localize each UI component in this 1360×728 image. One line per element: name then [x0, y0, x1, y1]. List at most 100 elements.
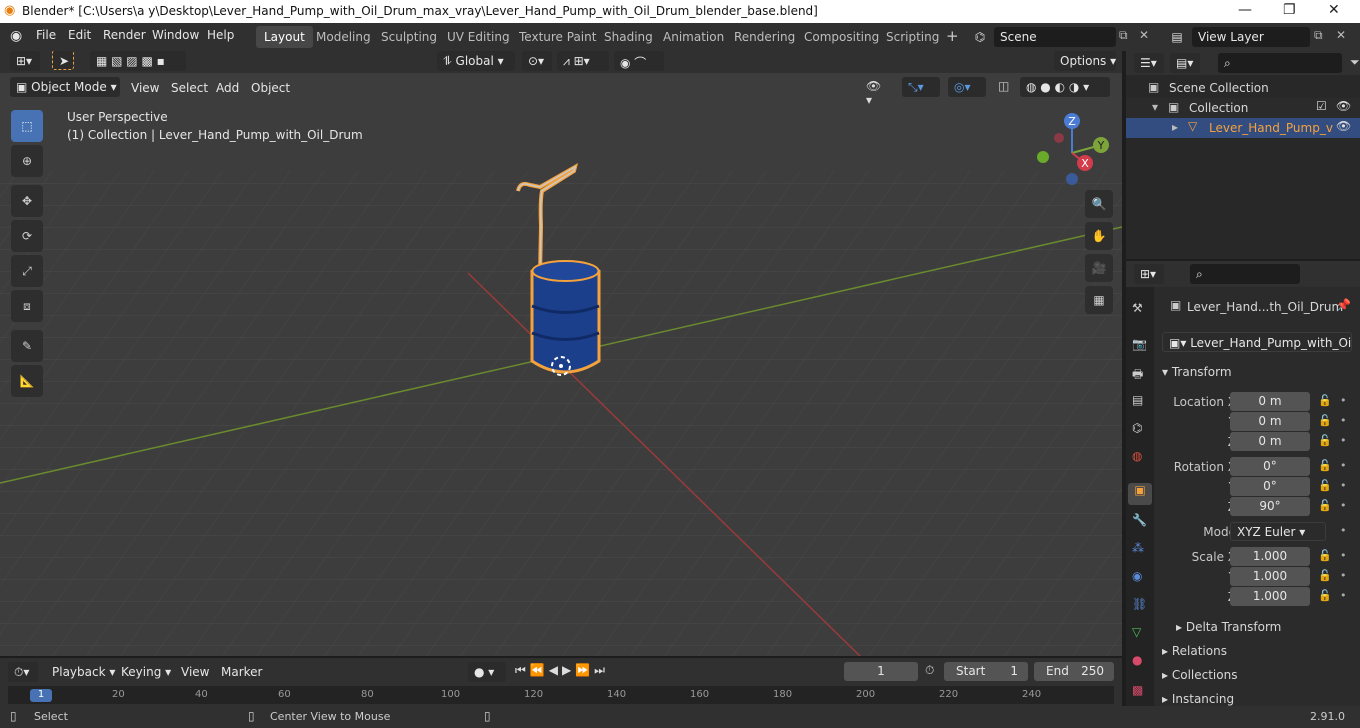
delete-scene-icon[interactable]: ✕: [1139, 28, 1149, 42]
transform-tool-button[interactable]: ⧈: [11, 290, 43, 322]
close-button[interactable]: ✕: [1328, 2, 1340, 18]
pin-icon[interactable]: 📌: [1336, 298, 1351, 312]
pivot-point-icon[interactable]: ⊙▾: [522, 51, 552, 71]
mode-dropdown[interactable]: ▣ Object Mode ▾: [10, 77, 120, 97]
tab-modeling[interactable]: Modeling: [308, 26, 379, 48]
outliner-row-collection[interactable]: ▾ ▣ Collection ☑ 👁: [1126, 98, 1360, 118]
properties-search-input[interactable]: ⌕: [1190, 264, 1300, 284]
keyframe-dot-icon[interactable]: •: [1340, 589, 1347, 602]
menu-edit[interactable]: Edit: [68, 28, 91, 42]
overlay-toggle-icon[interactable]: ◎▾: [948, 77, 986, 97]
cursor-tool-button[interactable]: ⊕: [11, 145, 43, 177]
playback-controls[interactable]: ⏮⏪◀▶⏩⏭: [515, 663, 609, 678]
menu-window[interactable]: Window: [152, 28, 199, 42]
minimize-button[interactable]: —: [1238, 2, 1252, 18]
rotation-z-field[interactable]: 90°: [1230, 497, 1310, 516]
menu-object[interactable]: Object: [251, 81, 290, 95]
shading-mode-buttons[interactable]: ◍ ● ◐ ◑ ▾: [1020, 77, 1110, 97]
delete-view-layer-icon[interactable]: ✕: [1336, 28, 1346, 42]
particles-tab-icon[interactable]: ⁂: [1132, 541, 1144, 555]
maximize-button[interactable]: ❐: [1283, 2, 1296, 18]
rotation-x-field[interactable]: 0°: [1230, 457, 1310, 476]
texture-tab-icon[interactable]: ▩: [1132, 683, 1143, 697]
scale-x-field[interactable]: 1.000: [1230, 547, 1310, 566]
scene-icon[interactable]: ⌬: [968, 27, 992, 47]
tab-uv-editing[interactable]: UV Editing: [439, 26, 518, 48]
output-tab-icon[interactable]: 🖶: [1132, 365, 1143, 386]
material-tab-icon[interactable]: ●: [1132, 653, 1142, 667]
camera-view-button[interactable]: 🎥: [1085, 254, 1113, 282]
scene-tab-icon[interactable]: ⌬: [1132, 421, 1142, 435]
blender-menu-icon[interactable]: ◉: [10, 28, 22, 44]
scene-name-field[interactable]: Scene: [994, 27, 1116, 47]
tab-animation[interactable]: Animation: [655, 26, 732, 48]
tab-shading[interactable]: Shading: [596, 26, 661, 48]
display-mode-dropdown[interactable]: ▤▾: [1170, 53, 1200, 73]
menu-help[interactable]: Help: [207, 28, 234, 42]
playhead[interactable]: 1: [30, 689, 52, 702]
lock-icon[interactable]: 🔓: [1318, 549, 1332, 562]
menu-render[interactable]: Render: [103, 28, 146, 42]
scale-z-field[interactable]: 1.000: [1230, 587, 1310, 606]
object-tab-icon[interactable]: ▣: [1128, 483, 1152, 505]
physics-tab-icon[interactable]: ◉: [1132, 569, 1142, 583]
start-frame-field[interactable]: Start 1: [944, 662, 1028, 681]
add-workspace-icon[interactable]: +: [946, 27, 959, 45]
select-box-tool-icon[interactable]: ➤: [52, 51, 74, 70]
3d-viewport[interactable]: ▣ Object Mode ▾ View Select Add Object ⊞…: [0, 51, 1122, 656]
menu-select[interactable]: Select: [171, 81, 208, 95]
menu-view[interactable]: View: [131, 81, 159, 95]
world-tab-icon[interactable]: ◍: [1132, 449, 1142, 463]
timeline-keying-menu[interactable]: Keying ▾: [121, 665, 171, 679]
ortho-toggle-button[interactable]: ▦: [1085, 286, 1113, 314]
rotation-y-field[interactable]: 0°: [1230, 477, 1310, 496]
rotate-tool-button[interactable]: ⟳: [11, 220, 43, 252]
auto-keying-icon[interactable]: ● ▾: [468, 662, 506, 682]
keyframe-dot-icon[interactable]: •: [1340, 499, 1347, 512]
modifier-tab-icon[interactable]: 🔧: [1132, 513, 1147, 527]
xray-toggle-icon[interactable]: ◫: [998, 79, 1009, 93]
location-y-field[interactable]: 0 m: [1230, 412, 1310, 431]
move-tool-button[interactable]: ✥: [11, 185, 43, 217]
tab-texture-paint[interactable]: Texture Paint: [511, 26, 604, 48]
view-layer-tab-icon[interactable]: ▤: [1132, 393, 1143, 407]
new-view-layer-icon[interactable]: ⧉: [1314, 28, 1323, 43]
transform-panel-header[interactable]: ▾ Transform: [1162, 365, 1232, 379]
keyframe-dot-icon[interactable]: •: [1340, 434, 1347, 447]
lock-icon[interactable]: 🔓: [1318, 589, 1332, 602]
proportional-edit-icon[interactable]: ◉ ⌒: [614, 51, 664, 71]
relations-panel[interactable]: ▸ Relations: [1162, 644, 1227, 658]
keyframe-dot-icon[interactable]: •: [1340, 549, 1347, 562]
constraints-tab-icon[interactable]: ⛓: [1132, 597, 1147, 611]
outliner-row-object[interactable]: ▸ ▽ Lever_Hand_Pump_v 👁: [1126, 118, 1360, 138]
visibility-icon[interactable]: 👁▾: [866, 79, 881, 107]
object-data-field[interactable]: ▣▾ Lever_Hand_Pump_with_Oil...: [1162, 332, 1352, 352]
tab-compositing[interactable]: Compositing: [796, 26, 887, 48]
keyframe-dot-icon[interactable]: •: [1340, 459, 1347, 472]
timeline-editor-type[interactable]: ⏱▾: [8, 662, 38, 682]
rotation-mode-dropdown[interactable]: XYZ Euler ▾: [1230, 522, 1326, 541]
timeline-scrubber[interactable]: 1 20 40 60 80 100 120 140 160 180 200 22…: [8, 686, 1114, 704]
location-x-field[interactable]: 0 m: [1230, 392, 1310, 411]
options-dropdown[interactable]: Options ▾: [1054, 51, 1116, 71]
lock-icon[interactable]: 🔓: [1318, 414, 1332, 427]
collections-panel[interactable]: ▸ Collections: [1162, 668, 1237, 682]
keyframe-dot-icon[interactable]: •: [1340, 414, 1347, 427]
timeline-view-menu[interactable]: View: [181, 665, 209, 679]
lock-icon[interactable]: 🔓: [1318, 499, 1332, 512]
expand-arrow-icon[interactable]: ▾: [1152, 100, 1158, 114]
annotate-tool-button[interactable]: ✎: [11, 330, 43, 362]
location-z-field[interactable]: 0 m: [1230, 432, 1310, 451]
tool-tab-icon[interactable]: ⚒: [1132, 301, 1143, 315]
lock-icon[interactable]: 🔓: [1318, 479, 1332, 492]
transform-orientation-dropdown[interactable]: ⥮ Global ▾: [437, 51, 515, 71]
lock-icon[interactable]: 🔓: [1318, 434, 1332, 447]
outliner-editor-type[interactable]: ☰▾: [1134, 53, 1164, 73]
tab-layout[interactable]: Layout: [256, 26, 313, 48]
current-frame-field[interactable]: 1: [844, 662, 918, 681]
select-tool-button[interactable]: ⬚: [11, 110, 43, 142]
keyframe-dot-icon[interactable]: •: [1340, 569, 1347, 582]
expand-arrow-icon[interactable]: ▸: [1172, 120, 1178, 134]
scale-y-field[interactable]: 1.000: [1230, 567, 1310, 586]
zoom-view-button[interactable]: 🔍: [1085, 190, 1113, 218]
